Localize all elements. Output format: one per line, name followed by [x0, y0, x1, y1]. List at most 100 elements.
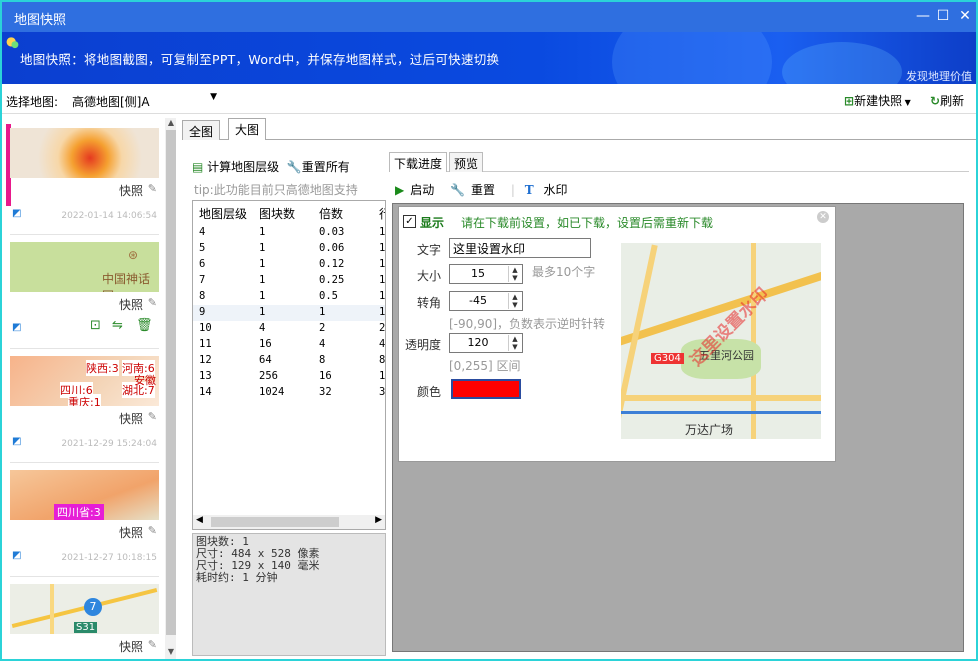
table-cell: 4 — [199, 226, 206, 238]
opacity-value: 120 — [467, 336, 489, 349]
table-cell: 1 — [259, 258, 266, 270]
refresh-button[interactable]: ↻刷新 — [930, 92, 964, 109]
table-row[interactable]: 4 1 0.03 1 — [193, 225, 385, 241]
map-thumbnail: ⊛ 中国神话园 — [10, 242, 159, 292]
color-picker[interactable] — [451, 379, 521, 399]
snapshot-card[interactable]: 陕西:3 河南:6 四川:6 湖北:7 重庆:1 安徽 快照 ✎ ◩ 2021-… — [10, 356, 159, 456]
divider — [10, 234, 159, 235]
edit-icon[interactable]: ✎ — [148, 182, 157, 195]
size-hint: 最多10个字 — [532, 265, 596, 279]
logo-icon: ● — [11, 40, 19, 50]
divider — [10, 348, 159, 349]
edit-icon[interactable]: ✎ — [148, 638, 157, 651]
tab-preview[interactable]: 预览 — [449, 152, 484, 172]
map-label: 中国神话园 — [102, 272, 151, 292]
angle-stepper[interactable]: -45 ▲ ▼ — [449, 291, 523, 311]
minimize-icon[interactable]: — — [912, 6, 934, 26]
table-cell: 1 — [379, 242, 386, 254]
edit-icon[interactable]: ✎ — [148, 296, 157, 309]
calc-levels-button[interactable]: ▤ 计算地图层级 — [192, 160, 279, 174]
chevron-down-icon: ▼ — [210, 92, 217, 102]
table-cell: 8 — [319, 354, 326, 366]
start-button[interactable]: ▶ 启动 — [395, 183, 440, 197]
table-row[interactable]: 14 1024 32 3 — [193, 385, 385, 401]
banner-message: 地图快照：将地图截图，可复制至PPT，Word中，并保存地图样式，过后可快速切换 — [20, 52, 500, 67]
table-row[interactable]: 5 1 0.06 1 — [193, 241, 386, 257]
watermark-text-input[interactable]: 这里设置水印 — [449, 238, 591, 258]
tab-download-progress[interactable]: 下载进度 — [389, 152, 448, 172]
divider — [10, 462, 159, 463]
table-hscrollbar[interactable]: ◀ ▶ — [193, 515, 385, 529]
scroll-right-icon[interactable]: ▶ — [375, 515, 382, 525]
map-type-icon: ◩ — [12, 208, 22, 219]
table-cell: 1 — [379, 258, 386, 270]
snapshot-card[interactable]: 四川省:3 快照 ✎ ◩ 2021-12-27 10:18:15 — [10, 470, 159, 570]
spin-arrows-icon[interactable]: ▲ ▼ — [508, 266, 521, 282]
app-window: 地图快照 — ☐ ✕ ● ● 地图快照：将地图截图，可复制至PPT，Word中，… — [0, 0, 978, 661]
table-row[interactable]: 11 16 4 4 — [193, 337, 385, 353]
spin-arrows-icon[interactable]: ▲ ▼ — [508, 293, 521, 309]
divider: | — [510, 183, 515, 197]
scroll-down-icon[interactable]: ▼ — [165, 647, 176, 659]
table-cell: 10 — [199, 322, 212, 334]
table-cell: 12 — [199, 354, 212, 366]
reset-button[interactable]: 🔧 重置 — [450, 183, 501, 197]
delete-icon[interactable]: 🗑 — [136, 318, 153, 333]
start-label: 启动 — [410, 183, 435, 197]
close-icon[interactable]: ✕ — [817, 211, 829, 223]
watermark-dialog: ✓ 显示 请在下载前设置，如已下载，设置后需重新下载 ✕ 文字 这里设置水印 大… — [398, 206, 836, 462]
opacity-hint: [0,255] 区间 — [449, 359, 521, 373]
scroll-up-icon[interactable]: ▲ — [165, 118, 176, 130]
spin-arrows-icon[interactable]: ▲ ▼ — [508, 335, 521, 351]
title-bar: 地图快照 — ☐ ✕ — [2, 2, 976, 32]
choropleth-thumbnail: 陕西:3 河南:6 四川:6 湖北:7 重庆:1 安徽 — [10, 356, 159, 406]
snapshot-scrollbar[interactable]: ▲ ▼ — [165, 118, 176, 659]
snapshot-date: 2022-01-14 14:06:54 — [61, 211, 157, 221]
edit-icon[interactable]: ✎ — [148, 524, 157, 537]
heatmap-thumbnail — [10, 128, 159, 178]
map-label: S31 — [74, 622, 98, 633]
zoom-icon[interactable]: ⊡ — [90, 318, 101, 333]
scroll-left-icon[interactable]: ◀ — [196, 515, 203, 525]
table-header: 地图层级 图块数 倍数 行 — [193, 201, 385, 223]
table-row[interactable]: 8 1 0.5 1 — [193, 289, 385, 305]
map-label: 安徽 — [134, 374, 156, 387]
edit-icon[interactable]: ✎ — [148, 410, 157, 423]
opacity-label: 透明度 — [405, 338, 442, 352]
reset-all-button[interactable]: 🔧重置所有 — [287, 160, 350, 174]
large-map-panel: ▤ 计算地图层级 🔧重置所有 tip:此功能目前只高德地图支持 地图层级 图块数… — [182, 140, 976, 659]
maximize-icon[interactable]: ☐ — [932, 6, 954, 26]
opacity-stepper[interactable]: 120 ▲ ▼ — [449, 333, 523, 353]
close-icon[interactable]: ✕ — [954, 6, 976, 26]
table-row[interactable]: 9 1 1 1 — [193, 305, 385, 321]
left-actions: ▤ 计算地图层级 🔧重置所有 — [192, 158, 350, 175]
snapshot-card[interactable]: ⊛ 中国神话园 快照 ✎ ◩ ⊡ ⇋ 🗑 — [10, 242, 159, 342]
map-select[interactable]: 高德地图[侧]A ▼ — [68, 91, 220, 110]
column-header: 地图层级 — [199, 207, 248, 221]
watermark-button[interactable]: T 水印 — [525, 183, 574, 197]
table-row[interactable]: 7 1 0.25 1 — [193, 273, 385, 289]
table-row[interactable]: 6 1 0.12 1 — [193, 257, 386, 273]
show-checkbox[interactable]: ✓ — [403, 215, 416, 228]
angle-label: 转角 — [417, 296, 442, 310]
map-label: 重庆:1 — [68, 394, 101, 406]
tab-large-map[interactable]: 大图 — [228, 118, 267, 140]
column-header: 倍数 — [319, 207, 344, 221]
switch-icon[interactable]: ⇋ — [112, 318, 123, 333]
refresh-label: 刷新 — [940, 94, 965, 108]
level-table[interactable]: 地图层级 图块数 倍数 行 410.031510.061610.121710.2… — [192, 200, 386, 530]
new-snapshot-button[interactable]: ⊞新建快照 ▼ — [844, 92, 911, 109]
banner: ● ● 地图快照：将地图截图，可复制至PPT，Word中，并保存地图样式，过后可… — [2, 32, 976, 84]
snapshot-card[interactable]: 快照 ✎ ◩ 2022-01-14 14:06:54 — [10, 128, 159, 228]
scrollbar-thumb[interactable] — [211, 517, 339, 527]
table-row[interactable]: 12 64 8 8 — [193, 353, 385, 369]
table-row[interactable]: 10 4 2 2 — [193, 321, 385, 337]
table-row[interactable]: 13 256 16 1 — [193, 369, 385, 385]
snapshot-date: 2021-12-29 15:24:04 — [61, 439, 157, 449]
snapshot-name: 快照 — [118, 412, 143, 426]
scrollbar-thumb[interactable] — [166, 130, 176, 635]
size-stepper[interactable]: 15 ▲ ▼ — [449, 264, 523, 284]
table-cell: 8 — [199, 290, 206, 302]
tab-full-map[interactable]: 全图 — [182, 120, 221, 140]
snapshot-card[interactable]: 7 S31 快照 ✎ — [10, 584, 159, 659]
